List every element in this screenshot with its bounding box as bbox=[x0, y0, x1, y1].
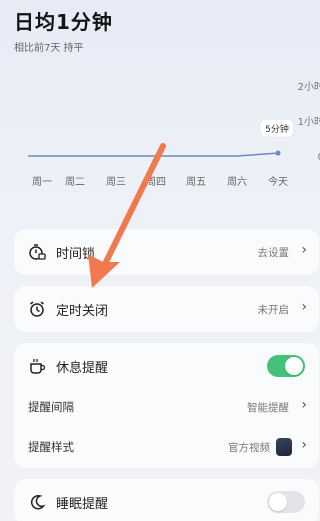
sleep-reminder-toggle[interactable] bbox=[267, 491, 305, 513]
coffee-cup-icon bbox=[30, 359, 46, 374]
scheduled-close-label: 定时关闭 bbox=[56, 303, 109, 319]
x-tick-label: 周四 bbox=[146, 176, 166, 188]
chevron-right-icon: › bbox=[301, 242, 307, 258]
callout-label: 5分钟 bbox=[265, 123, 289, 135]
series-line bbox=[28, 152, 279, 157]
rest-reminder-card: 休息提醒 提醒间隔 智能提醒 › 提醒样式 官方视频 › bbox=[14, 343, 319, 468]
moon-icon bbox=[30, 495, 46, 510]
x-tick-label: 周六 bbox=[227, 176, 247, 188]
toggle-knob bbox=[285, 357, 303, 375]
reminder-interval-label: 提醒间隔 bbox=[28, 400, 74, 414]
comparison-subtitle: 相比前7天 持平 bbox=[14, 43, 84, 54]
sleep-reminder-row: 睡眠提醒 bbox=[14, 480, 319, 521]
reminder-style-value: 官方视频 bbox=[228, 441, 270, 454]
alarm-clock-icon bbox=[30, 301, 44, 317]
x-tick-label: 今天 bbox=[268, 175, 288, 188]
rest-reminder-toggle[interactable] bbox=[267, 355, 305, 377]
scheduled-close-value: 未开启 bbox=[257, 303, 290, 316]
x-tick-label: 周五 bbox=[186, 176, 206, 188]
x-tick-label: 周二 bbox=[65, 176, 85, 188]
data-point bbox=[275, 150, 281, 156]
sleep-reminder-label: 睡眠提醒 bbox=[56, 496, 109, 512]
x-tick-label: 周三 bbox=[106, 176, 126, 188]
rest-reminder-label: 休息提醒 bbox=[56, 360, 109, 376]
usage-chart: 2小时1小时05分钟周一周二周三周四周五周六今天 bbox=[0, 70, 320, 200]
time-lock-row[interactable]: 时间锁 去设置 › bbox=[14, 230, 319, 274]
reminder-style-row[interactable]: 提醒样式 官方视频 › bbox=[14, 427, 319, 467]
rest-reminder-row: 休息提醒 bbox=[14, 344, 319, 388]
scheduled-close-card[interactable]: 定时关闭 未开启 › bbox=[14, 286, 319, 332]
time-lock-card[interactable]: 时间锁 去设置 › bbox=[14, 229, 319, 275]
reminder-style-label: 提醒样式 bbox=[28, 440, 74, 454]
reminder-interval-value: 智能提醒 bbox=[247, 401, 289, 414]
time-lock-label: 时间锁 bbox=[56, 246, 96, 262]
time-lock-value: 去设置 bbox=[257, 246, 290, 259]
y-tick-label: 1小时 bbox=[298, 116, 320, 128]
sleep-reminder-card: 睡眠提醒 bbox=[14, 479, 319, 521]
usage-line-chart: 2小时1小时05分钟周一周二周三周四周五周六今天 bbox=[28, 81, 320, 188]
x-tick-label: 周一 bbox=[32, 176, 52, 188]
scheduled-close-row[interactable]: 定时关闭 未开启 › bbox=[14, 287, 319, 331]
page-title: 日均1分钟 bbox=[14, 10, 113, 34]
timer-lock-icon bbox=[29, 244, 46, 260]
toggle-knob bbox=[269, 493, 287, 511]
chevron-right-icon: › bbox=[301, 299, 307, 315]
chevron-right-icon: › bbox=[301, 437, 307, 453]
y-tick-label: 2小时 bbox=[298, 81, 320, 93]
reminder-interval-row[interactable]: 提醒间隔 智能提醒 › bbox=[14, 387, 319, 427]
video-thumbnail bbox=[276, 438, 292, 456]
chevron-right-icon: › bbox=[301, 397, 307, 413]
header: 日均1分钟 相比前7天 持平 bbox=[14, 6, 113, 54]
